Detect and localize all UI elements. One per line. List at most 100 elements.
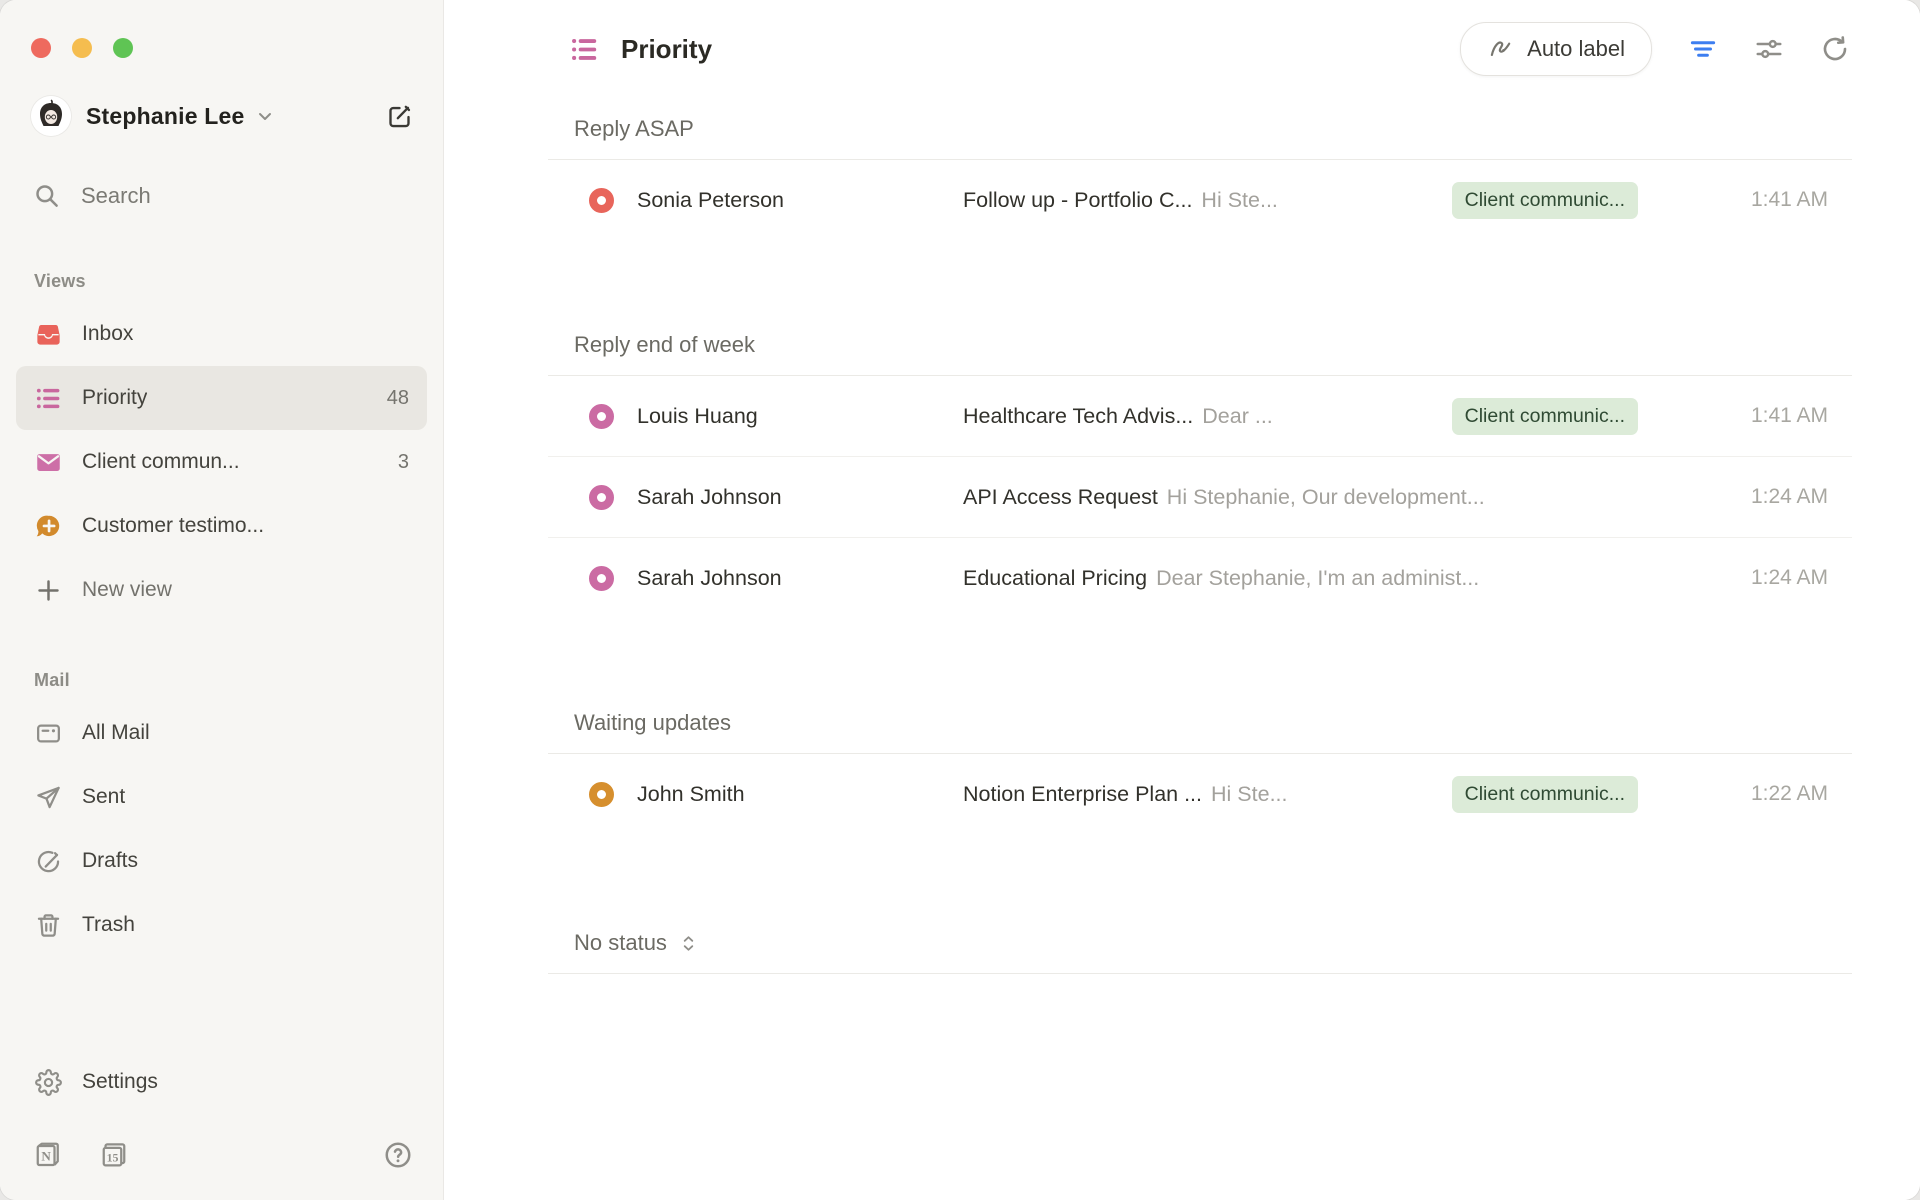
status-dot — [589, 566, 614, 591]
display-settings-sliders-icon[interactable] — [1754, 34, 1784, 64]
email-label-badge: Client communic... — [1452, 398, 1638, 435]
calendar-app-icon[interactable]: 15 — [99, 1140, 129, 1170]
sidebar-footer: N 15 — [0, 1140, 443, 1200]
refresh-icon[interactable] — [1820, 34, 1850, 64]
email-row[interactable]: Louis Huang Healthcare Tech Advis... Dea… — [548, 376, 1852, 456]
no-status-toggle[interactable]: No status — [574, 930, 1852, 956]
status-dot — [589, 404, 614, 429]
svg-text:N: N — [41, 1148, 51, 1163]
sidebar-item-label: Sent — [82, 785, 125, 809]
status-dot — [589, 485, 614, 510]
email-label-badge: Client communic... — [1452, 182, 1638, 219]
sidebar-item-drafts[interactable]: Drafts — [16, 829, 427, 893]
auto-label-button-label: Auto label — [1527, 36, 1625, 62]
email-row[interactable]: Sarah Johnson API Access Request Hi Step… — [548, 456, 1852, 537]
sidebar-item-customer-testimonials[interactable]: Customer testimo... — [16, 494, 427, 558]
sidebar-item-label: All Mail — [82, 721, 150, 745]
email-subject: API Access Request — [963, 485, 1158, 510]
mail-nav: All Mail Sent Drafts — [0, 701, 443, 957]
notion-app-icon[interactable]: N — [33, 1140, 63, 1170]
search-label: Search — [81, 183, 151, 209]
email-snippet: Hi Ste... — [1201, 188, 1437, 213]
sort-updown-icon — [679, 934, 698, 953]
sidebar: Stephanie Lee Search Views — [0, 0, 444, 1200]
section-reply-end-of-week: Reply end of week Louis Huang Healthcare… — [548, 332, 1852, 618]
chevron-down-icon — [255, 106, 275, 126]
sidebar-item-client-communications[interactable]: Client commun... 3 — [16, 430, 427, 494]
priority-list-icon — [570, 35, 599, 64]
sidebar-item-label: Inbox — [82, 322, 133, 346]
email-row[interactable]: Sonia Peterson Follow up - Portfolio C..… — [548, 160, 1852, 240]
window-controls — [0, 0, 443, 58]
main-header: Priority Auto label — [444, 0, 1920, 98]
close-window-button[interactable] — [31, 38, 51, 58]
minimize-window-button[interactable] — [72, 38, 92, 58]
inbox-icon — [34, 321, 62, 348]
views-nav: Inbox Priority 48 — [0, 302, 443, 622]
account-name: Stephanie Lee — [86, 103, 245, 130]
compose-icon[interactable] — [386, 103, 413, 130]
status-dot — [589, 782, 614, 807]
section-title: Reply end of week — [574, 332, 1852, 358]
sidebar-item-label: Settings — [82, 1070, 158, 1094]
drafts-icon — [34, 848, 62, 875]
app-window: Stephanie Lee Search Views — [0, 0, 1920, 1200]
email-sender: Sarah Johnson — [637, 566, 963, 591]
sidebar-item-sent[interactable]: Sent — [16, 765, 427, 829]
email-time: 1:24 AM — [1708, 485, 1828, 509]
page-title: Priority — [621, 34, 712, 65]
filter-icon[interactable] — [1688, 34, 1718, 64]
gear-icon — [34, 1069, 62, 1096]
svg-text:15: 15 — [107, 1150, 119, 1164]
main-panel: Priority Auto label — [444, 0, 1920, 1200]
sidebar-item-settings[interactable]: Settings — [16, 1050, 427, 1114]
search-icon — [33, 182, 60, 209]
views-section-label: Views — [34, 271, 443, 292]
email-row[interactable]: Sarah Johnson Educational Pricing Dear S… — [548, 537, 1852, 618]
mail-section-label: Mail — [34, 670, 443, 691]
section-reply-asap: Reply ASAP Sonia Peterson Follow up - Po… — [548, 116, 1852, 240]
header-actions: Auto label — [1460, 22, 1850, 76]
priority-list-icon — [34, 385, 62, 412]
sidebar-item-label: Client commun... — [82, 450, 240, 474]
sidebar-item-priority[interactable]: Priority 48 — [16, 366, 427, 430]
email-subject: Follow up - Portfolio C... — [963, 188, 1192, 213]
email-sender: Louis Huang — [637, 404, 963, 429]
avatar — [31, 96, 71, 136]
sidebar-item-label: New view — [82, 578, 172, 602]
testimonial-chat-icon — [34, 513, 62, 540]
email-row[interactable]: John Smith Notion Enterprise Plan ... Hi… — [548, 754, 1852, 834]
email-subject: Educational Pricing — [963, 566, 1147, 591]
plus-icon — [34, 577, 62, 604]
email-time: 1:41 AM — [1708, 404, 1828, 428]
sidebar-item-new-view[interactable]: New view — [16, 558, 427, 622]
email-list: Reply ASAP Sonia Peterson Follow up - Po… — [444, 98, 1920, 1200]
sidebar-item-label: Trash — [82, 913, 135, 937]
email-time: 1:24 AM — [1708, 566, 1828, 590]
sidebar-item-trash[interactable]: Trash — [16, 893, 427, 957]
trash-icon — [34, 912, 62, 939]
email-subject: Notion Enterprise Plan ... — [963, 782, 1202, 807]
sidebar-item-all-mail[interactable]: All Mail — [16, 701, 427, 765]
sidebar-item-label: Priority — [82, 386, 147, 410]
all-mail-icon — [34, 720, 62, 747]
zoom-window-button[interactable] — [113, 38, 133, 58]
sidebar-item-inbox[interactable]: Inbox — [16, 302, 427, 366]
sidebar-item-label: Drafts — [82, 849, 138, 873]
email-snippet: Dear ... — [1202, 404, 1437, 429]
section-title: Waiting updates — [574, 710, 1852, 736]
email-time: 1:22 AM — [1708, 782, 1828, 806]
email-sender: Sonia Peterson — [637, 188, 963, 213]
email-snippet: Dear Stephanie, I'm an administ... — [1156, 566, 1638, 591]
email-label-badge: Client communic... — [1452, 776, 1638, 813]
no-status-label: No status — [574, 930, 667, 956]
search-button[interactable]: Search — [33, 182, 427, 209]
section-waiting-updates: Waiting updates John Smith Notion Enterp… — [548, 710, 1852, 834]
email-snippet: Hi Ste... — [1211, 782, 1438, 807]
auto-label-button[interactable]: Auto label — [1460, 22, 1652, 76]
email-sender: Sarah Johnson — [637, 485, 963, 510]
account-switcher[interactable]: Stephanie Lee — [31, 96, 413, 136]
help-icon[interactable] — [383, 1140, 413, 1170]
section-title: Reply ASAP — [574, 116, 1852, 142]
email-snippet: Hi Stephanie, Our development... — [1167, 485, 1638, 510]
